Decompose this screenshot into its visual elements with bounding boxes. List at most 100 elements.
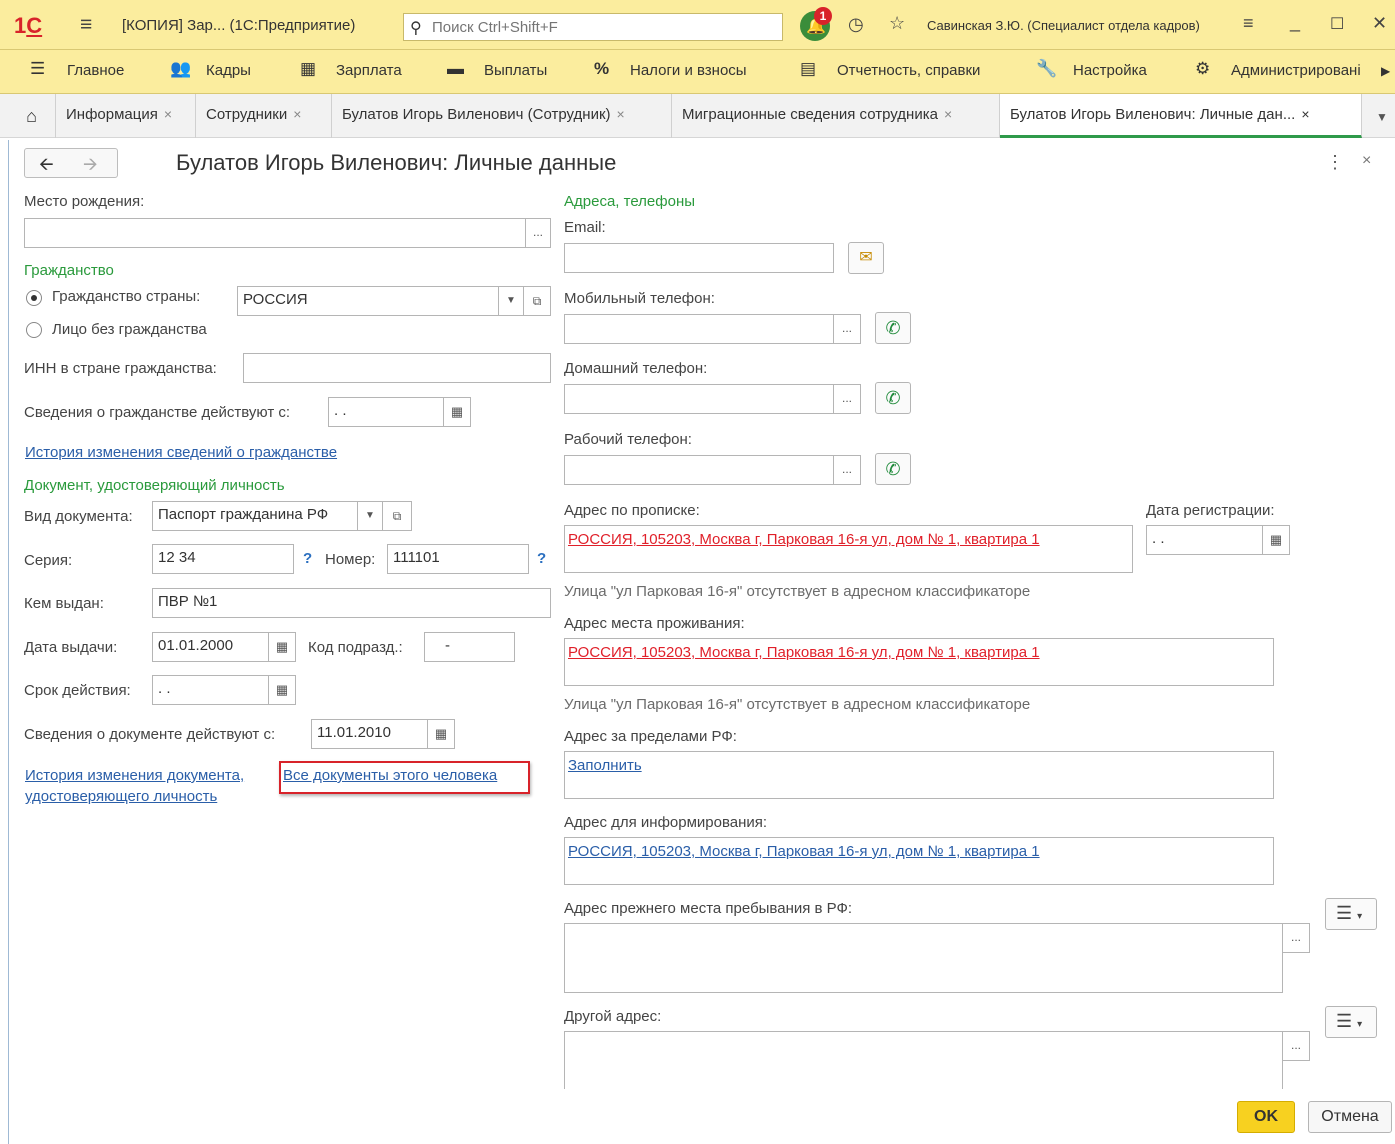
info-address-value[interactable]: РОССИЯ, 105203, Москва г, Парковая 16-я … xyxy=(568,843,1040,860)
calendar-icon[interactable]: ▦ xyxy=(427,719,455,749)
back-arrow-icon[interactable]: 🡨 xyxy=(39,152,54,182)
current-user[interactable]: Савинская З.Ю. (Специалист отдела кадров… xyxy=(927,18,1200,33)
tab-employees[interactable]: Сотрудники × xyxy=(196,94,332,138)
residence-address-value[interactable]: РОССИЯ, 105203, Москва г, Парковая 16-я … xyxy=(568,644,1040,661)
citizenship-open-icon[interactable]: ⧉ xyxy=(523,286,551,316)
mobile-phone-field[interactable] xyxy=(564,314,834,344)
number-help-icon[interactable]: ? xyxy=(537,550,546,567)
home-phone-field[interactable] xyxy=(564,384,834,414)
series-help-icon[interactable]: ? xyxy=(303,550,312,567)
stateless-radio[interactable] xyxy=(26,322,42,338)
calendar-icon[interactable]: ▦ xyxy=(268,632,296,662)
1c-logo-icon: 1С xyxy=(14,13,43,38)
abroad-address-field[interactable] xyxy=(564,751,1274,799)
work-phone-select-button[interactable]: ... xyxy=(833,455,861,485)
doc-history-link[interactable]: История изменения документа, xyxy=(25,767,244,784)
close-tab-icon[interactable]: × xyxy=(1301,106,1309,122)
close-tab-icon[interactable]: × xyxy=(944,106,952,122)
more-actions-icon[interactable]: ⋮ xyxy=(1326,152,1344,173)
menu-item-administration[interactable]: Администрировані xyxy=(1231,62,1361,79)
tab-personal-data[interactable]: Булатов Игорь Виленович: Личные дан... × xyxy=(1000,94,1362,138)
citizenship-from-field[interactable]: . . xyxy=(328,397,444,427)
doc-type-field[interactable]: Паспорт гражданина РФ xyxy=(152,501,358,531)
home-tab[interactable]: ⌂ xyxy=(8,94,56,138)
calendar-icon[interactable]: ▦ xyxy=(443,397,471,427)
tab-information[interactable]: Информация × xyxy=(56,94,196,138)
work-phone-field[interactable] xyxy=(564,455,834,485)
minimize-icon[interactable]: _ xyxy=(1290,12,1300,33)
citizenship-dropdown-icon[interactable]: ▼ xyxy=(498,286,524,316)
other-address-field[interactable] xyxy=(564,1031,1283,1089)
main-menu-icon[interactable]: ≡ xyxy=(80,13,92,37)
previous-address-field[interactable] xyxy=(564,923,1283,993)
forward-arrow-icon[interactable]: 🡪 xyxy=(83,152,98,182)
dept-code-field[interactable]: - xyxy=(424,632,515,662)
call-phone-icon[interactable]: ✆ xyxy=(875,453,911,485)
ok-button[interactable]: OK xyxy=(1237,1101,1295,1133)
residence-address-label: Адрес места проживания: xyxy=(564,615,745,632)
mobile-phone-select-button[interactable]: ... xyxy=(833,314,861,344)
report-icon: ▤ xyxy=(800,59,817,78)
maximize-icon[interactable]: ☐ xyxy=(1330,14,1344,34)
previous-address-select-button[interactable]: ... xyxy=(1282,923,1310,953)
settings-lines-icon[interactable]: ≡ xyxy=(1243,13,1254,34)
home-icon: ⌂ xyxy=(26,106,37,126)
valid-until-field[interactable]: . . xyxy=(152,675,269,705)
menu-item-payments[interactable]: Выплаты xyxy=(484,62,547,79)
tab-employee-card[interactable]: Булатов Игорь Виленович (Сотрудник) × xyxy=(332,94,672,138)
tab-label: Булатов Игорь Виленович (Сотрудник) xyxy=(342,106,611,123)
notifications-button[interactable]: 🔔 1 xyxy=(800,7,832,41)
close-tab-icon[interactable]: × xyxy=(164,106,172,122)
menu-item-taxes[interactable]: Налоги и взносы xyxy=(630,62,747,79)
close-tab-icon[interactable]: × xyxy=(617,106,625,122)
previous-address-label: Адрес прежнего места пребывания в РФ: xyxy=(564,900,853,917)
other-address-menu-icon[interactable]: ☰ ▾ xyxy=(1325,1006,1377,1038)
tab-label: Булатов Игорь Виленович: Личные дан... xyxy=(1010,106,1296,123)
abroad-fill-link[interactable]: Заполнить xyxy=(568,757,642,774)
doc-type-dropdown-icon[interactable]: ▼ xyxy=(357,501,383,531)
users-icon: 👥 xyxy=(170,59,192,78)
close-form-icon[interactable]: × xyxy=(1362,152,1371,170)
issued-by-field[interactable]: ПВР №1 xyxy=(152,588,551,618)
other-address-select-button[interactable]: ... xyxy=(1282,1031,1310,1061)
issue-date-field[interactable]: 01.01.2000 xyxy=(152,632,269,662)
birthplace-select-button[interactable]: ... xyxy=(525,218,551,248)
citizenship-country-field[interactable]: РОССИЯ xyxy=(237,286,499,316)
number-field[interactable]: 111101 xyxy=(387,544,529,574)
doc-history-link-line2[interactable]: удостоверяющего личность xyxy=(25,788,217,805)
menu-item-main[interactable]: Главное xyxy=(67,62,124,79)
call-phone-icon[interactable]: ✆ xyxy=(875,382,911,414)
send-email-icon[interactable]: ✉ xyxy=(848,242,884,274)
registration-date-field[interactable]: . . xyxy=(1146,525,1263,555)
home-phone-select-button[interactable]: ... xyxy=(833,384,861,414)
page-title: Булатов Игорь Виленович: Личные данные xyxy=(176,150,617,175)
citizenship-country-radio[interactable] xyxy=(26,290,42,306)
all-documents-link[interactable]: Все документы этого человека xyxy=(283,767,497,784)
cancel-button[interactable]: Отмена xyxy=(1308,1101,1392,1133)
calendar-icon[interactable]: ▦ xyxy=(1262,525,1290,555)
close-tab-icon[interactable]: × xyxy=(293,106,301,122)
doc-type-open-icon[interactable]: ⧉ xyxy=(382,501,412,531)
favorites-star-icon[interactable]: ☆ xyxy=(889,13,905,34)
close-window-icon[interactable]: ✕ xyxy=(1372,13,1387,34)
menu-item-salary[interactable]: Зарплата xyxy=(336,62,402,79)
search-box[interactable]: ⚲ xyxy=(403,13,783,41)
doc-from-field[interactable]: 11.01.2010 xyxy=(311,719,428,749)
menu-item-settings[interactable]: Настройка xyxy=(1073,62,1147,79)
series-field[interactable]: 12 34 xyxy=(152,544,294,574)
email-field[interactable] xyxy=(564,243,834,273)
menu-item-reports[interactable]: Отчетность, справки xyxy=(837,62,980,79)
search-input[interactable] xyxy=(430,17,770,37)
citizenship-history-link[interactable]: История изменения сведений о гражданстве xyxy=(25,444,337,461)
previous-address-menu-icon[interactable]: ☰ ▾ xyxy=(1325,898,1377,930)
call-phone-icon[interactable]: ✆ xyxy=(875,312,911,344)
menu-item-personnel[interactable]: Кадры xyxy=(206,62,251,79)
menu-scroll-right-icon[interactable]: ▶ xyxy=(1381,64,1390,78)
birthplace-field[interactable] xyxy=(24,218,526,248)
tabs-dropdown-icon[interactable]: ▼ xyxy=(1376,110,1388,124)
calendar-icon[interactable]: ▦ xyxy=(268,675,296,705)
tab-migration-info[interactable]: Миграционные сведения сотрудника × xyxy=(672,94,1000,138)
registration-address-value[interactable]: РОССИЯ, 105203, Москва г, Парковая 16-я … xyxy=(568,531,1040,548)
history-icon[interactable]: ◷ xyxy=(848,14,864,35)
inn-field[interactable] xyxy=(243,353,551,383)
